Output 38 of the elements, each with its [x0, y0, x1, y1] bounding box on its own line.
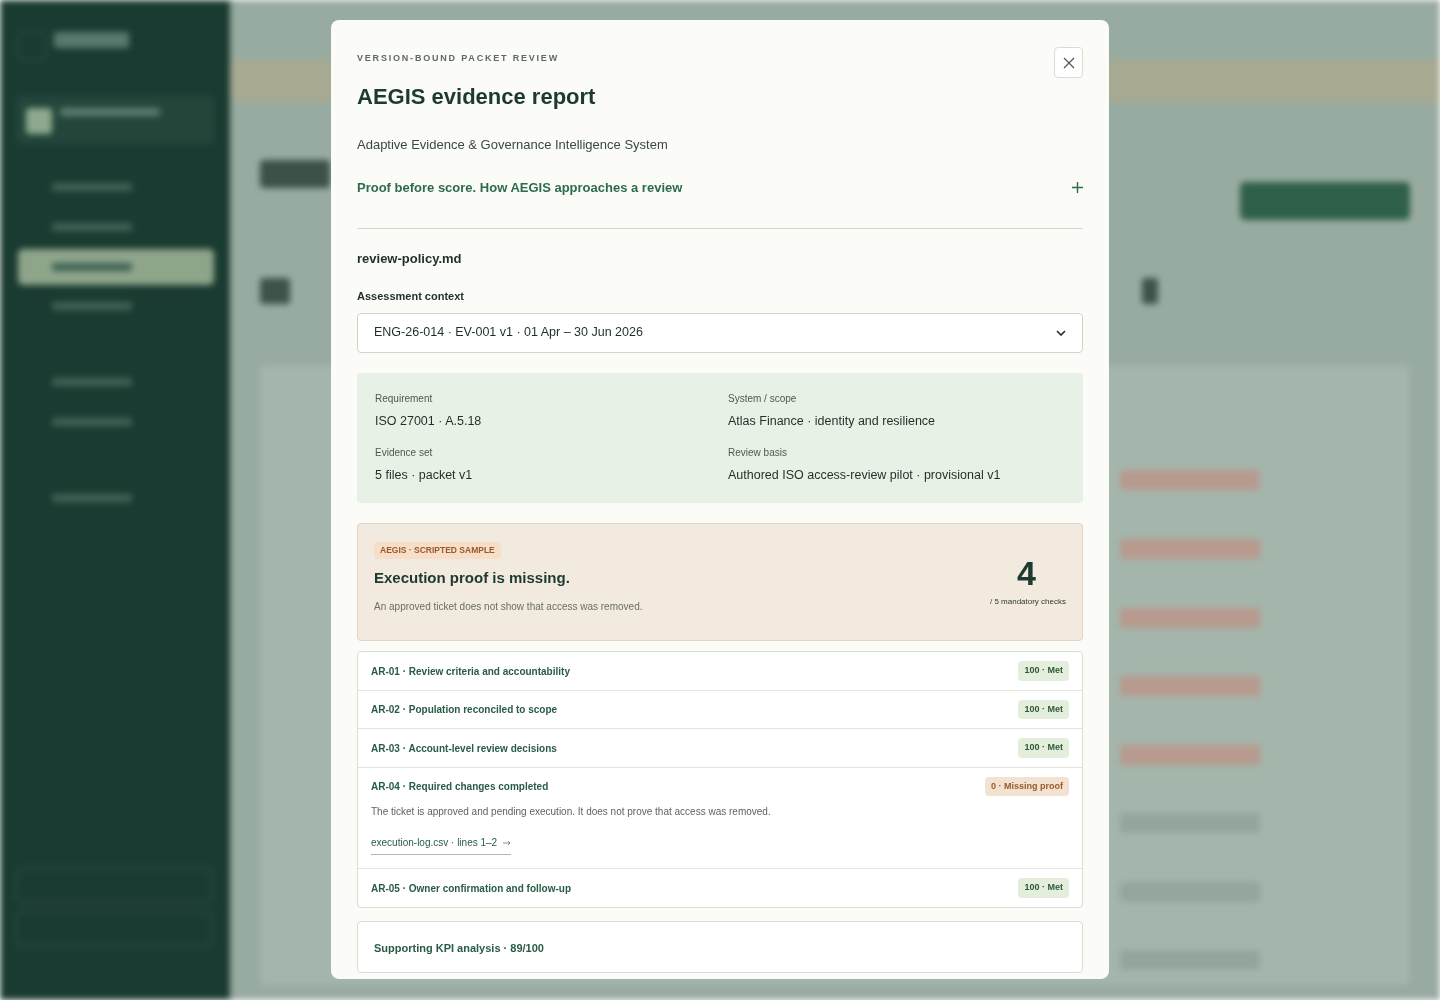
fact-value: ISO 27001 · A.5.18 [375, 412, 483, 430]
fact-value: Atlas Finance · identity and resilience [728, 412, 937, 430]
check-title: AR-01 · Review criteria and accountability [371, 664, 570, 679]
fact-value: 5 files · packet v1 [375, 467, 474, 485]
evidence-link[interactable]: execution-log.csv · lines 1–2 [371, 835, 512, 856]
status-badge: 100 · Met [1018, 661, 1069, 681]
approach-accordion[interactable]: Proof before score. How AEGIS approaches a review [357, 178, 1083, 229]
arrow-right-icon [503, 839, 512, 846]
close-button[interactable] [1054, 47, 1083, 78]
close-icon [1062, 56, 1075, 69]
plus-icon [1072, 182, 1083, 194]
status-badge: 0 · Missing proof [985, 776, 1069, 797]
check-title: AR-03 · Account-level review decisions [371, 741, 557, 756]
file-name: review-policy.md [357, 249, 463, 268]
score-caption: / 5 mandatory checks [989, 596, 1066, 608]
check-detail: The ticket is approved and pending execution. It does not prove that access was removed. [371, 805, 772, 820]
kpi-summary: Supporting KPI analysis · 89/100 [374, 941, 544, 954]
score-value: 4 [1017, 556, 1036, 590]
fact-value: Authored ISO access-review pilot · provisional v1 [728, 467, 1002, 485]
fact-label: System / scope [728, 391, 798, 406]
fact-label: Evidence set [375, 446, 434, 461]
context-label: Assessment context [357, 289, 465, 304]
status-badge: 100 · Met [1018, 878, 1069, 898]
status-badge: 100 · Met [1018, 699, 1069, 720]
verdict-detail: An approved ticket does not show that access was removed. [374, 600, 643, 615]
dialog-subtitle: Adaptive Evidence & Governance Intelligence System [357, 135, 669, 154]
check-title: AR-04 · Required changes completed [371, 780, 549, 794]
check-title: AR-02 · Population reconciled to scope [371, 703, 558, 717]
fact-label: Review basis [728, 446, 788, 461]
dialog-eyebrow: VERSION-BOUND PACKET REVIEW [357, 52, 560, 65]
dialog-title: AEGIS evidence report [357, 82, 596, 111]
fact-label: Requirement [375, 391, 434, 406]
check-title: AR-05 · Owner confirmation and follow-up [371, 881, 571, 896]
context-select[interactable]: ENG-26-014 · EV-001 v1 · 01 Apr – 30 Jun 2026 [357, 312, 1083, 353]
verdict-headline: Execution proof is missing. [374, 567, 570, 588]
sample-tag: AEGIS · SCRIPTED SAMPLE [374, 542, 501, 559]
chevron-down-icon [1056, 329, 1066, 336]
status-badge: 100 · Met [1018, 738, 1069, 758]
